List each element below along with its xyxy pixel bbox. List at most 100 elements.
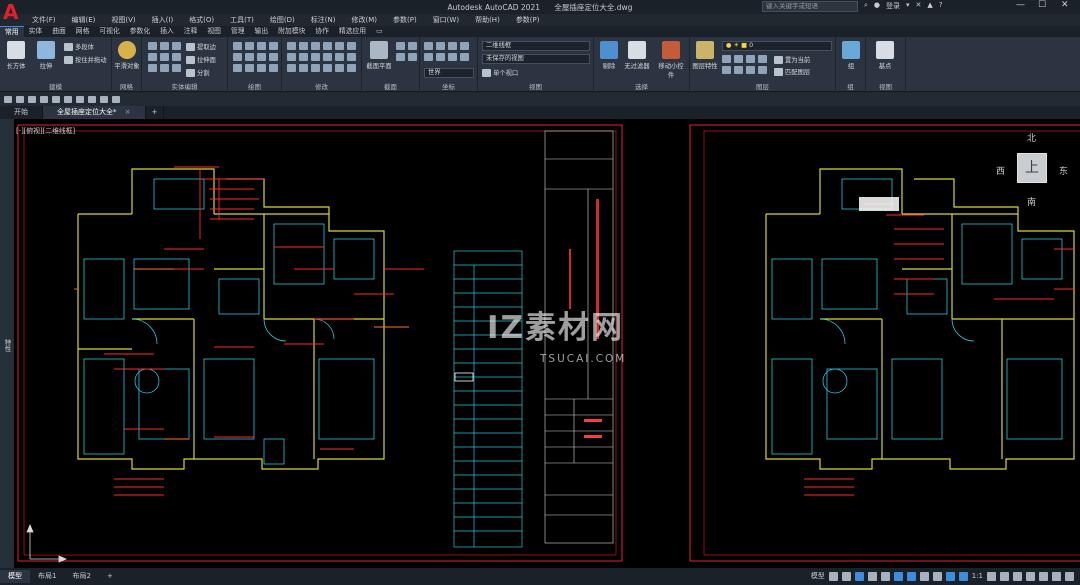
- saved-view-select[interactable]: 未保存的视图: [482, 54, 590, 64]
- erase-icon[interactable]: [335, 53, 344, 61]
- copy-icon[interactable]: [299, 42, 308, 50]
- menu-draw[interactable]: 绘图(D): [262, 14, 303, 26]
- a360-icon[interactable]: ▲: [927, 1, 932, 11]
- rectangle-icon[interactable]: [233, 53, 242, 61]
- user-icon[interactable]: ●: [874, 1, 880, 11]
- arc-icon[interactable]: [269, 42, 278, 50]
- tab-insert[interactable]: 插入: [155, 26, 179, 37]
- exchange-icon[interactable]: ✕: [916, 1, 922, 11]
- menu-edit[interactable]: 编辑(E): [64, 14, 104, 26]
- ucs-world-icon[interactable]: [436, 42, 445, 50]
- tab-mesh[interactable]: 网格: [71, 26, 95, 37]
- menu-window[interactable]: 窗口(W): [425, 14, 467, 26]
- tab-output[interactable]: 输出: [250, 26, 274, 37]
- tab-featured-apps[interactable]: 精选应用: [334, 26, 371, 37]
- clean-screen-icon[interactable]: [1052, 571, 1061, 581]
- open-file-icon[interactable]: [16, 96, 24, 103]
- tab-parametric[interactable]: 参数化: [125, 26, 155, 37]
- close-tab-icon[interactable]: ×: [125, 108, 131, 116]
- file-tab-start[interactable]: 开始: [0, 106, 43, 119]
- ucs-3point-icon[interactable]: [460, 42, 469, 50]
- layer-thaw-icon[interactable]: [746, 66, 755, 74]
- plot-icon[interactable]: [76, 96, 84, 103]
- ellipse-icon[interactable]: [257, 53, 266, 61]
- ucs-z-icon[interactable]: [448, 53, 457, 61]
- culling-button[interactable]: 剔除: [596, 41, 622, 70]
- live-section-icon[interactable]: [396, 42, 405, 50]
- viewport-config-button[interactable]: 单个视口: [482, 68, 518, 77]
- ucs-x-icon[interactable]: [424, 53, 433, 61]
- add-jog-icon[interactable]: [408, 42, 417, 50]
- panel-label-view[interactable]: 视图: [478, 81, 593, 91]
- panel-label-draw[interactable]: 绘图: [228, 81, 281, 91]
- object-snap-tracking-icon[interactable]: [893, 571, 903, 581]
- ucs-view-icon[interactable]: [460, 53, 469, 61]
- group-button[interactable]: 组: [838, 41, 864, 70]
- ucs-icon[interactable]: [424, 42, 433, 50]
- panel-label-selection[interactable]: 选择: [594, 81, 689, 91]
- match-layer-button[interactable]: 匹配图层: [774, 67, 810, 76]
- snap-icon[interactable]: [841, 571, 851, 581]
- minimize-button[interactable]: —: [1016, 0, 1025, 10]
- menu-parametric[interactable]: 参数(P): [385, 14, 425, 26]
- polygon-icon[interactable]: [233, 64, 242, 72]
- ortho-icon[interactable]: [854, 571, 864, 581]
- region-icon[interactable]: [257, 64, 266, 72]
- help-icon[interactable]: ?: [939, 1, 943, 11]
- panel-label-modeling[interactable]: 建模: [0, 81, 111, 91]
- search-input[interactable]: 键入关键字或短语: [762, 1, 858, 12]
- object-snap-icon[interactable]: [906, 571, 916, 581]
- visual-style-select[interactable]: 二维线框: [482, 41, 590, 51]
- section-plane-button[interactable]: 截面平面: [366, 41, 392, 70]
- redo-icon[interactable]: [100, 96, 108, 103]
- panel-label-mesh[interactable]: 网格: [112, 81, 141, 91]
- fillet-icon[interactable]: [299, 53, 308, 61]
- auto-scale-icon[interactable]: [958, 571, 968, 581]
- undo-icon[interactable]: [88, 96, 96, 103]
- menu-tools[interactable]: 工具(T): [222, 14, 262, 26]
- tab-surface[interactable]: 曲面: [47, 26, 71, 37]
- slice-icon[interactable]: [172, 53, 181, 61]
- layer-properties-button[interactable]: 图层特性: [692, 41, 718, 70]
- tab-layout2[interactable]: 布局2: [64, 570, 98, 583]
- transparency-icon[interactable]: [932, 571, 942, 581]
- viewcube-west[interactable]: 西: [996, 164, 1005, 177]
- viewport-controls[interactable]: [-][俯视][二维线框]: [16, 125, 75, 135]
- hardware-acceleration-icon[interactable]: [1039, 571, 1048, 581]
- array-icon[interactable]: [311, 53, 320, 61]
- 3d-mirror-icon[interactable]: [311, 64, 320, 72]
- tab-collaborate[interactable]: 协作: [310, 26, 334, 37]
- panel-label-groups[interactable]: 组: [836, 81, 865, 91]
- union-icon[interactable]: [148, 42, 157, 50]
- save-web-icon[interactable]: [64, 96, 72, 103]
- mirror-icon[interactable]: [335, 42, 344, 50]
- polar-icon[interactable]: [867, 571, 877, 581]
- menu-dimension[interactable]: 标注(N): [303, 14, 344, 26]
- base-view-button[interactable]: 基点: [872, 41, 898, 70]
- customization-menu-icon[interactable]: [1065, 571, 1074, 581]
- sign-in-link[interactable]: 登录: [886, 1, 900, 11]
- viewcube-top-face[interactable]: 上: [1017, 153, 1047, 183]
- circle-icon[interactable]: [257, 42, 266, 50]
- trim-icon[interactable]: [287, 53, 296, 61]
- polyline-icon[interactable]: [245, 42, 254, 50]
- panel-label-coordinates[interactable]: 坐标: [420, 81, 477, 91]
- layer-isolate-icon[interactable]: [734, 55, 743, 63]
- join-icon[interactable]: [335, 64, 344, 72]
- layer-off-icon[interactable]: [722, 55, 731, 63]
- smooth-object-button[interactable]: 平滑对象: [114, 41, 140, 70]
- tab-model[interactable]: 模型: [0, 570, 30, 583]
- section-extract-icon[interactable]: [396, 53, 405, 61]
- panel-label-layers[interactable]: 图层: [690, 81, 835, 91]
- panel-label-solid-editing[interactable]: 实体编辑: [142, 81, 227, 91]
- add-layout-button[interactable]: +: [99, 570, 121, 583]
- 3d-array-icon[interactable]: [323, 64, 332, 72]
- properties-palette-strip[interactable]: 特性: [0, 119, 14, 568]
- scale-icon[interactable]: [347, 42, 356, 50]
- panel-label-modify[interactable]: 修改: [282, 81, 361, 91]
- shell-icon[interactable]: [172, 64, 181, 72]
- save-icon[interactable]: [28, 96, 36, 103]
- annotation-monitor-icon[interactable]: [1000, 571, 1009, 581]
- point-icon[interactable]: [269, 64, 278, 72]
- tab-manage[interactable]: 管理: [226, 26, 250, 37]
